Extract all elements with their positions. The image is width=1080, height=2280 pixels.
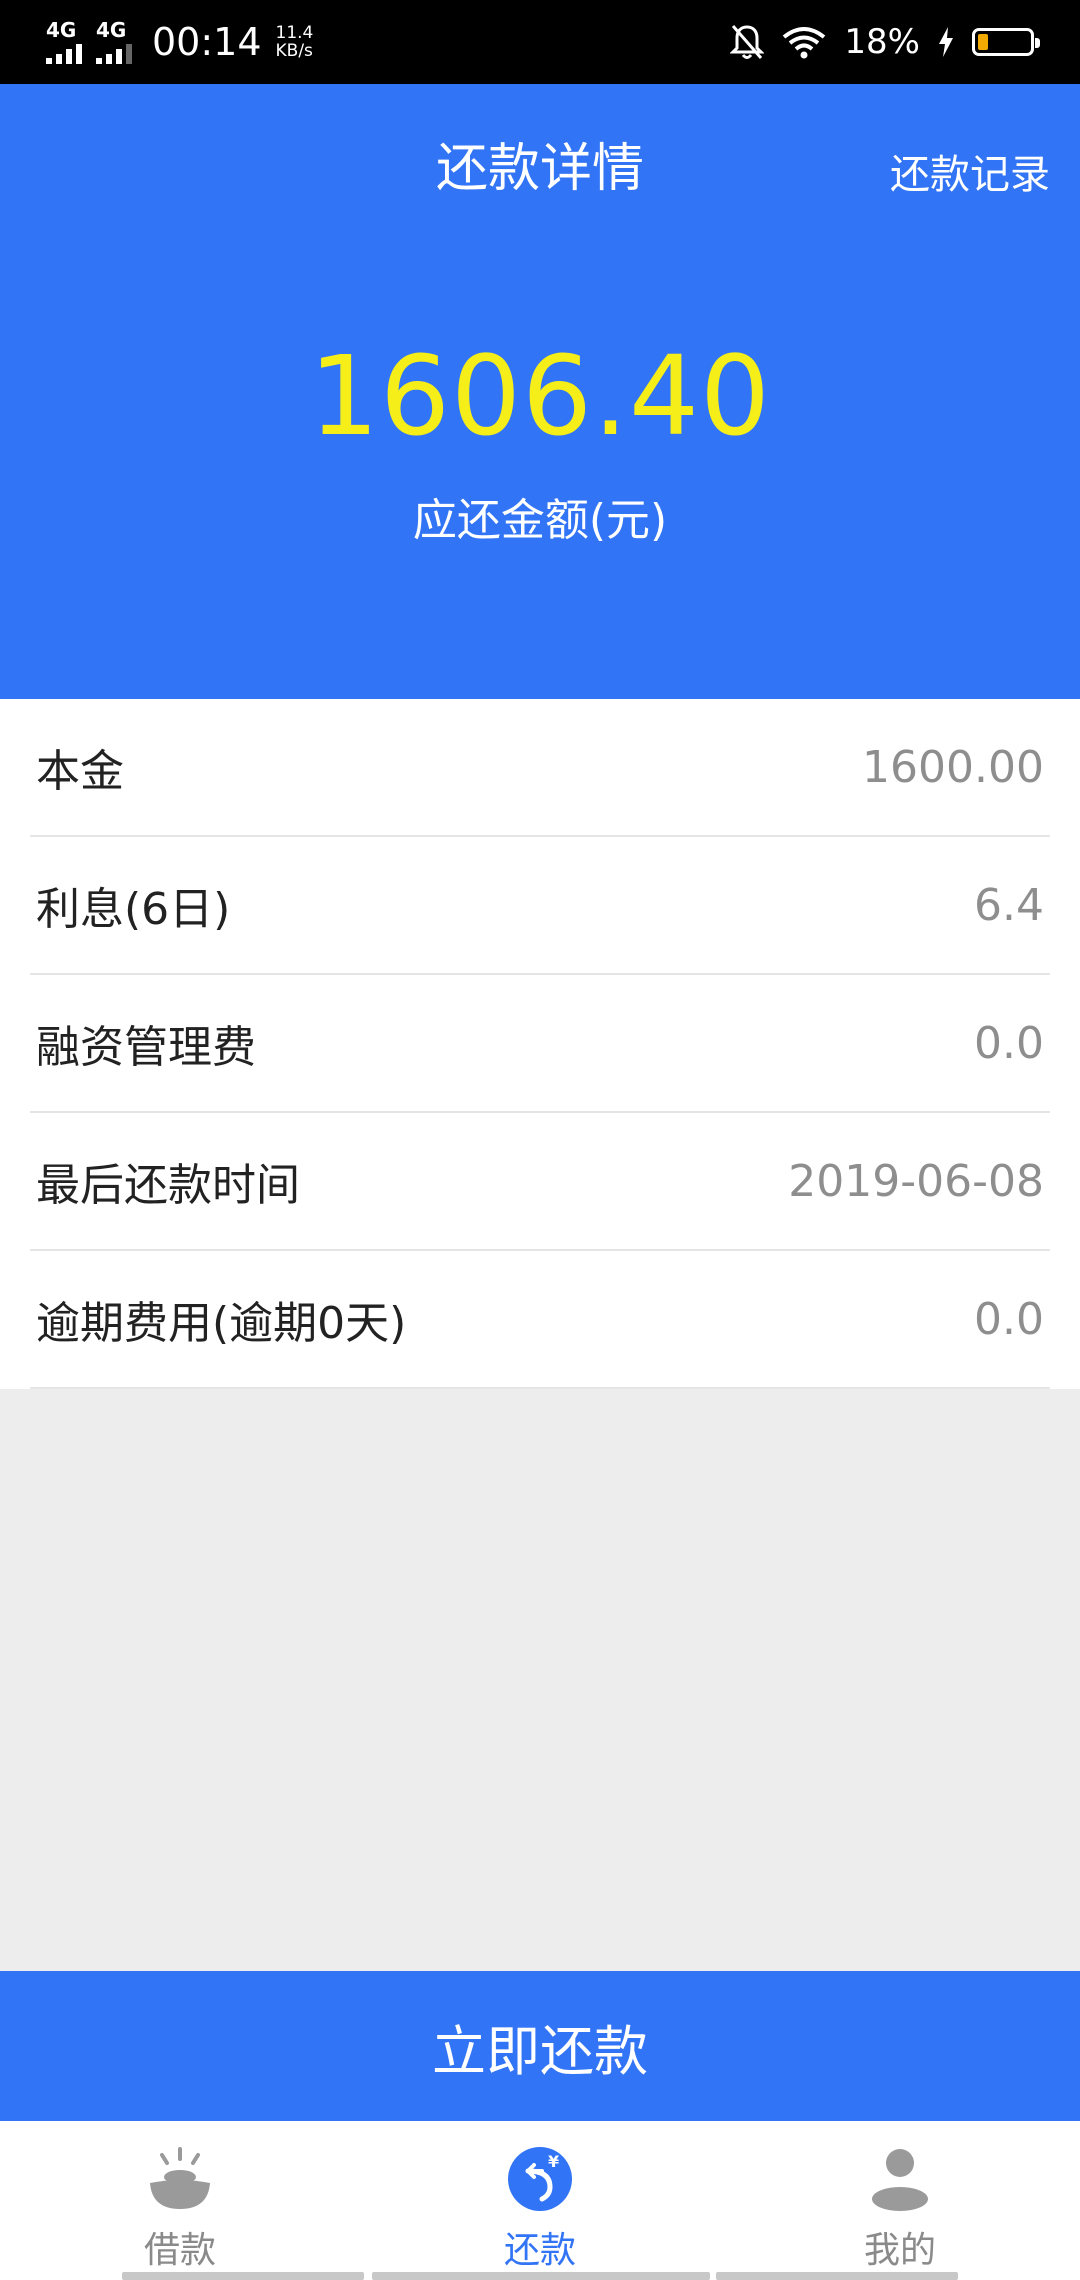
detail-row-overdue-fee: 逾期费用(逾期0天) 0.0 (30, 1251, 1050, 1389)
detail-row-management-fee: 融资管理费 0.0 (30, 975, 1050, 1113)
amount-due-caption: 应还金额(元) (412, 495, 668, 546)
network-speed: 11.4 KB/s (276, 24, 314, 60)
gesture-bar (122, 2272, 364, 2280)
detail-row-interest: 利息(6日) 6.4 (30, 837, 1050, 975)
borrow-icon (150, 2147, 210, 2209)
detail-value: 1600.00 (862, 741, 1044, 793)
svg-text:¥: ¥ (548, 2152, 559, 2171)
repay-icon: ¥ (508, 2147, 572, 2211)
detail-label: 利息(6日) (36, 884, 231, 935)
tab-profile[interactable]: 我的 (720, 2121, 1080, 2280)
network-type-label-2: 4G (96, 18, 127, 42)
clock: 00:14 (152, 20, 262, 64)
profile-icon (872, 2149, 928, 2211)
detail-value: 6.4 (974, 879, 1044, 931)
tab-borrow[interactable]: 借款 (0, 2121, 360, 2280)
gesture-bar (372, 2272, 710, 2280)
repayment-header: 还款详情 还款记录 1606.40 应还金额(元) (0, 84, 1080, 699)
charging-icon (939, 27, 953, 57)
repay-now-button[interactable]: 立即还款 (0, 1971, 1080, 2121)
repayment-records-link[interactable]: 还款记录 (890, 142, 1050, 200)
amount-due: 1606.40 (309, 332, 771, 460)
gesture-bar (716, 2272, 958, 2280)
tab-repay[interactable]: ¥ 还款 (360, 2121, 720, 2280)
battery-icon (972, 28, 1040, 56)
detail-label: 融资管理费 (36, 1022, 256, 1073)
tab-label: 借款 (143, 2230, 216, 2271)
status-bar: 4G 4G 00:14 11.4 KB/s 18% (0, 0, 1080, 84)
wifi-icon (783, 27, 826, 59)
detail-row-principal: 本金 1600.00 (30, 699, 1050, 837)
network-type-label: 4G (46, 18, 77, 42)
bottom-tab-bar: 借款 ¥ 还款 我的 (0, 2121, 1080, 2280)
speed-value: 11.4 (275, 23, 314, 43)
tab-label: 还款 (503, 2230, 576, 2271)
signal-icon: 4G (46, 20, 82, 64)
tab-label: 我的 (863, 2230, 936, 2271)
detail-label: 最后还款时间 (36, 1160, 300, 1211)
battery-percent: 18% (844, 22, 920, 62)
speed-unit: KB/s (275, 41, 313, 61)
detail-row-due-date: 最后还款时间 2019-06-08 (30, 1113, 1050, 1251)
repayment-details-list: 本金 1600.00 利息(6日) 6.4 融资管理费 0.0 最后还款时间 2… (0, 699, 1080, 1389)
signal-icon-2: 4G (96, 20, 132, 64)
detail-value: 0.0 (974, 1293, 1044, 1345)
detail-value: 0.0 (974, 1017, 1044, 1069)
bell-muted-icon (730, 25, 765, 59)
detail-label: 逾期费用(逾期0天) (36, 1298, 407, 1349)
detail-label: 本金 (36, 746, 124, 797)
detail-value: 2019-06-08 (788, 1155, 1044, 1207)
